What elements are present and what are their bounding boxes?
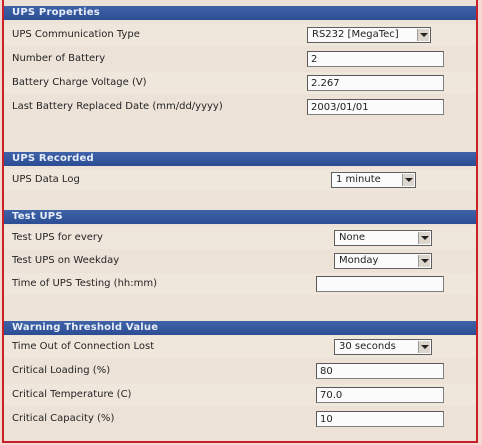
chevron-down-icon[interactable] <box>402 174 414 186</box>
test-ups-header: Test UPS <box>4 210 476 224</box>
ups-settings-panel: UPS Properties UPS Communication Type RS… <box>2 0 478 443</box>
comm-type-select[interactable]: RS232 [MegaTec] <box>307 27 431 43</box>
capacity-input[interactable]: 10 <box>316 411 444 427</box>
data-log-select[interactable]: 1 minute <box>331 172 416 188</box>
loading-label: Critical Loading (%) <box>12 365 111 376</box>
num-battery-row: Number of Battery 2 <box>4 48 476 70</box>
data-log-value: 1 minute <box>336 174 381 185</box>
capacity-row: Critical Capacity (%) 10 <box>4 408 476 430</box>
num-battery-label: Number of Battery <box>12 53 106 64</box>
comm-type-value: RS232 [MegaTec] <box>312 29 399 40</box>
ups-recorded-header: UPS Recorded <box>4 152 476 166</box>
data-log-label: UPS Data Log <box>12 174 80 185</box>
charge-voltage-row: Battery Charge Voltage (V) 2.267 <box>4 72 476 94</box>
test-time-label: Time of UPS Testing (hh:mm) <box>12 278 158 289</box>
temperature-input[interactable]: 70.0 <box>316 387 444 403</box>
test-ups-section: Test UPS Test UPS for every None Test UP… <box>4 210 476 300</box>
comm-type-label: UPS Communication Type <box>12 29 140 40</box>
warning-section: Warning Threshold Value Time Out of Conn… <box>4 321 476 441</box>
replaced-date-input[interactable]: 2003/01/01 <box>307 99 444 115</box>
num-battery-input[interactable]: 2 <box>307 51 444 67</box>
chevron-down-icon[interactable] <box>417 29 429 41</box>
conn-lost-row: Time Out of Connection Lost 30 seconds <box>4 336 476 358</box>
warning-header: Warning Threshold Value <box>4 321 476 335</box>
test-time-row: Time of UPS Testing (hh:mm) <box>4 273 476 295</box>
chevron-down-icon[interactable] <box>418 341 430 353</box>
test-time-input[interactable] <box>316 276 444 292</box>
test-every-row: Test UPS for every None <box>4 227 476 249</box>
ups-recorded-section: UPS Recorded UPS Data Log 1 minute <box>4 152 476 194</box>
temperature-label: Critical Temperature (C) <box>12 389 132 400</box>
test-every-value: None <box>339 232 366 243</box>
conn-lost-value: 30 seconds <box>339 341 396 352</box>
chevron-down-icon[interactable] <box>418 255 430 267</box>
data-log-row: UPS Data Log 1 minute <box>4 169 476 191</box>
loading-input[interactable]: 80 <box>316 363 444 379</box>
weekday-value: Monday <box>339 255 379 266</box>
conn-lost-select[interactable]: 30 seconds <box>334 339 432 355</box>
weekday-row: Test UPS on Weekday Monday <box>4 250 476 272</box>
comm-type-row: UPS Communication Type RS232 [MegaTec] <box>4 24 476 46</box>
conn-lost-label: Time Out of Connection Lost <box>12 341 155 352</box>
charge-voltage-label: Battery Charge Voltage (V) <box>12 77 147 88</box>
test-every-select[interactable]: None <box>334 230 432 246</box>
capacity-label: Critical Capacity (%) <box>12 413 115 424</box>
weekday-label: Test UPS on Weekday <box>12 255 120 266</box>
replaced-date-label: Last Battery Replaced Date (mm/dd/yyyy) <box>12 101 223 112</box>
ups-properties-section: UPS Properties UPS Communication Type RS… <box>4 6 476 131</box>
ups-properties-header: UPS Properties <box>4 6 476 20</box>
replaced-date-row: Last Battery Replaced Date (mm/dd/yyyy) … <box>4 96 476 118</box>
test-every-label: Test UPS for every <box>12 232 103 243</box>
chevron-down-icon[interactable] <box>418 232 430 244</box>
loading-row: Critical Loading (%) 80 <box>4 360 476 382</box>
charge-voltage-input[interactable]: 2.267 <box>307 75 444 91</box>
weekday-select[interactable]: Monday <box>334 253 432 269</box>
temperature-row: Critical Temperature (C) 70.0 <box>4 384 476 406</box>
